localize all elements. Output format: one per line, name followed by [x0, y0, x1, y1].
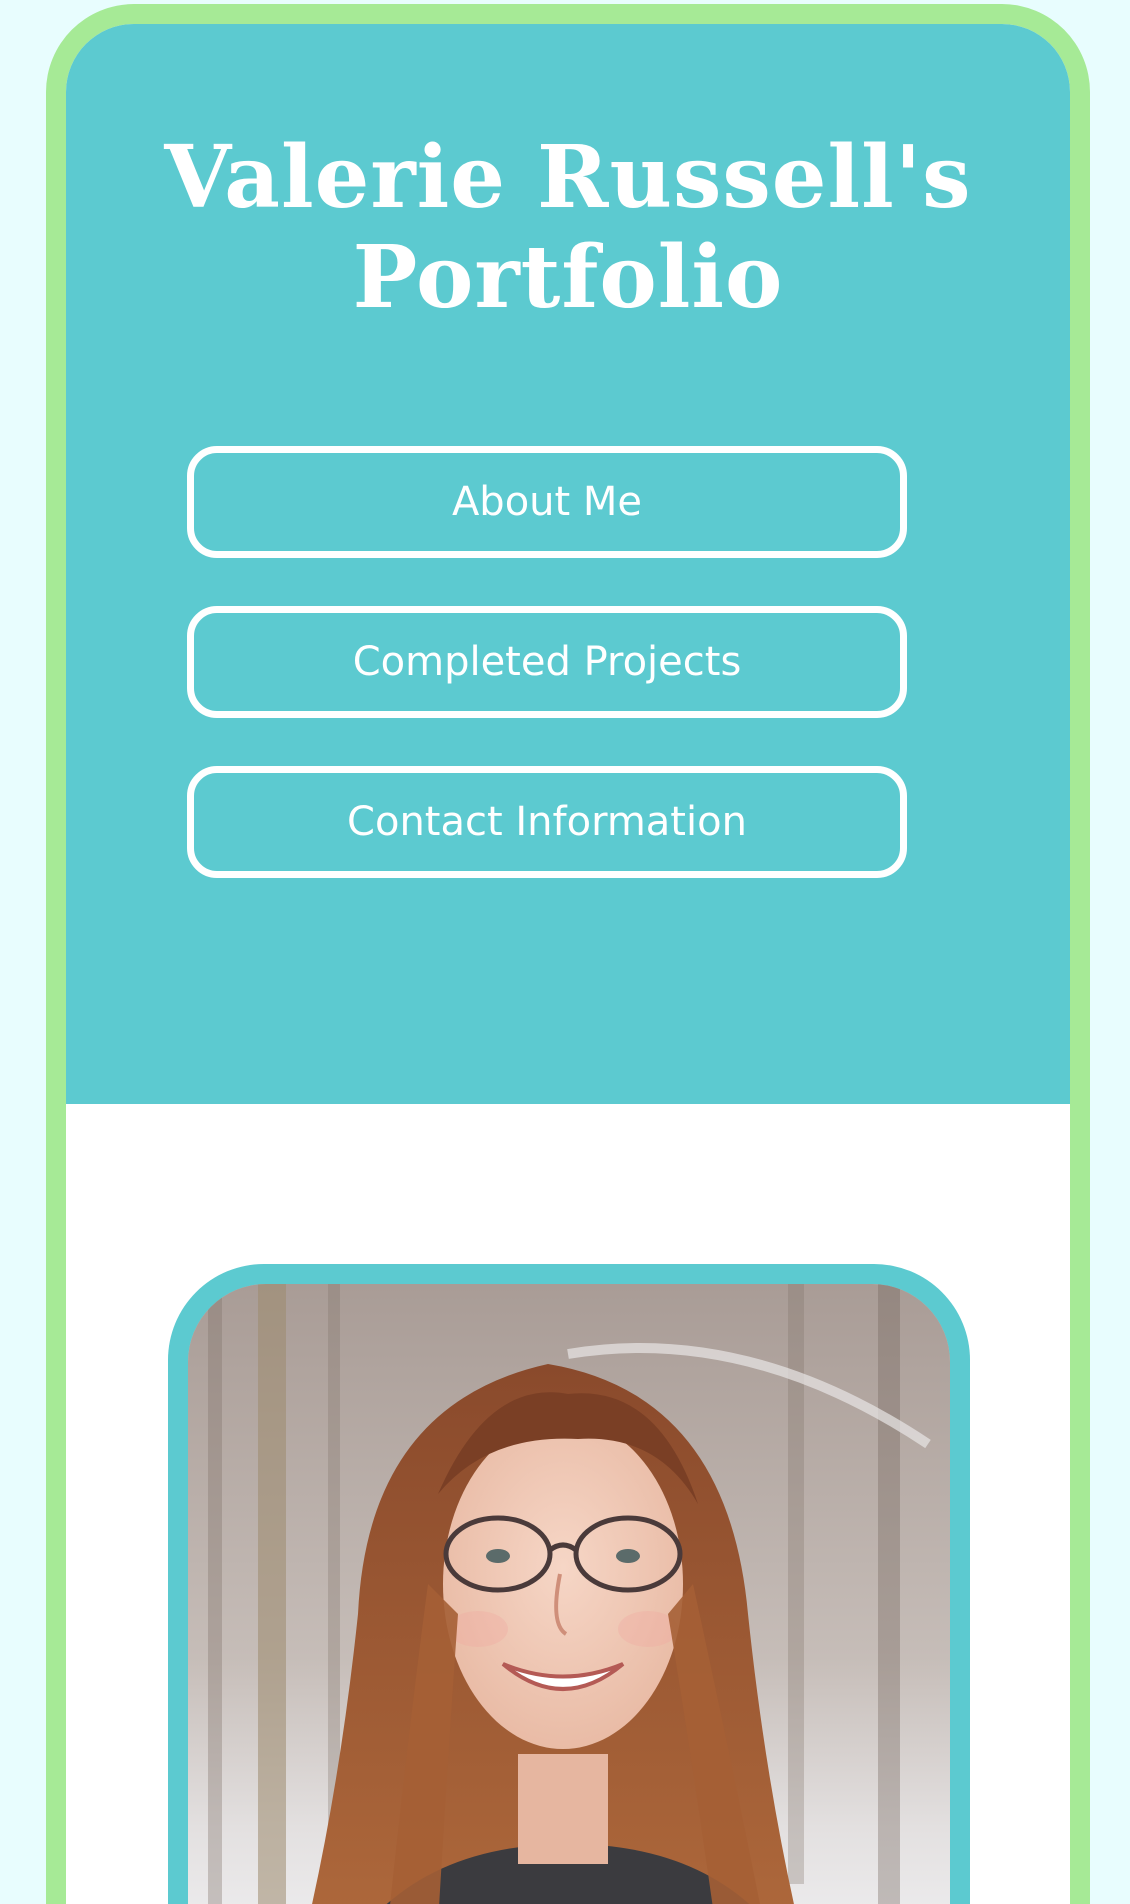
header-section: Valerie Russell's Portfolio About Me Com… [66, 24, 1070, 1104]
profile-photo [188, 1284, 950, 1904]
contact-information-button[interactable]: Contact Information [187, 766, 907, 878]
portfolio-card: Valerie Russell's Portfolio About Me Com… [66, 24, 1070, 1904]
about-me-button[interactable]: About Me [187, 446, 907, 558]
completed-projects-button[interactable]: Completed Projects [187, 606, 907, 718]
page-title: Valerie Russell's Portfolio [164, 127, 972, 328]
profile-photo-image [188, 1284, 950, 1904]
